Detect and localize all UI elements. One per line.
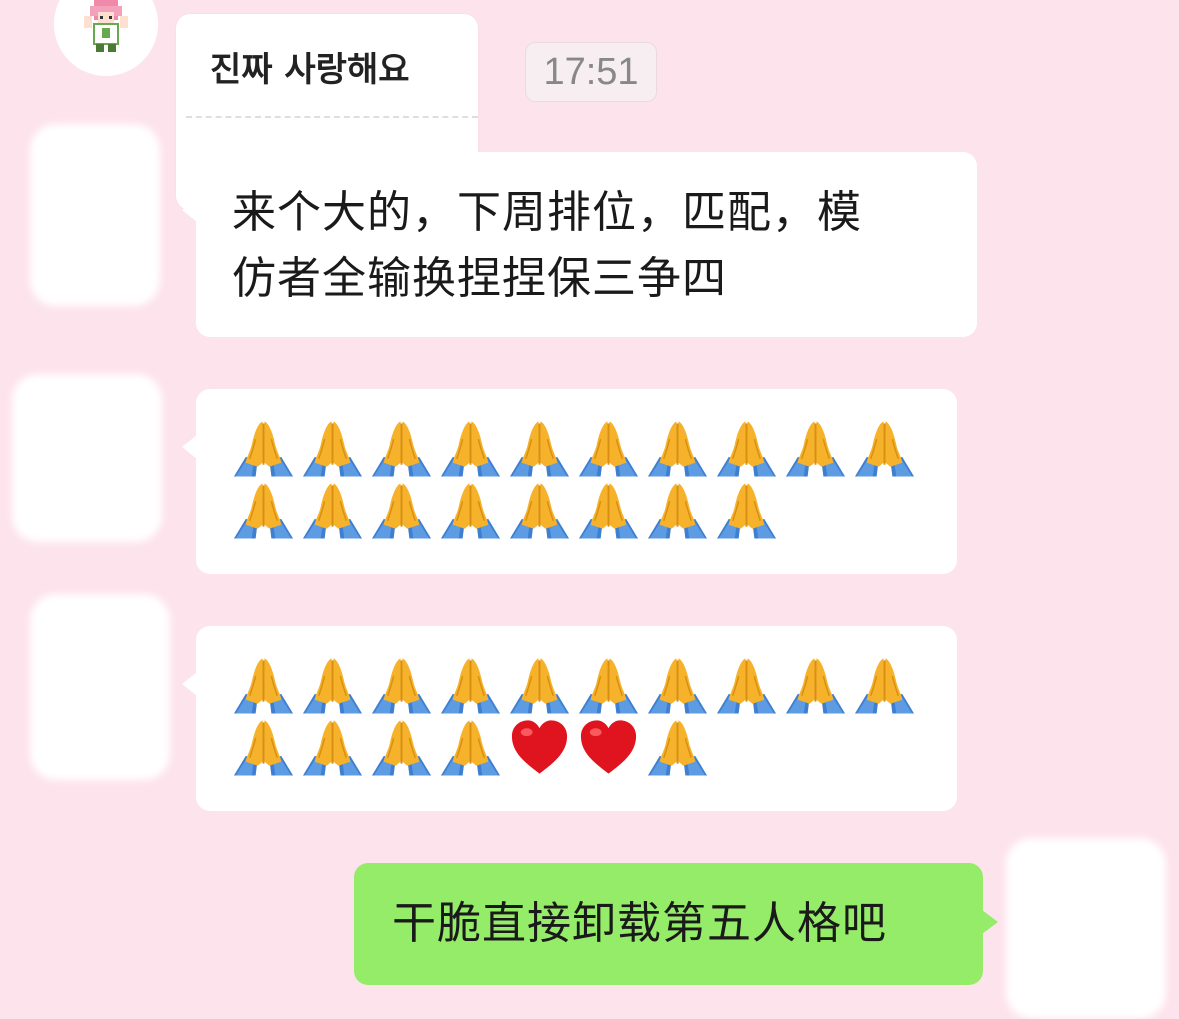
emoji-row bbox=[232, 417, 916, 479]
praying-hands-icon bbox=[439, 479, 502, 541]
praying-hands-icon bbox=[439, 654, 502, 716]
praying-hands-icon bbox=[646, 716, 709, 778]
praying-hands-icon bbox=[370, 716, 433, 778]
praying-hands-icon bbox=[784, 417, 847, 479]
praying-hands-icon bbox=[301, 654, 364, 716]
incoming-message-bubble[interactable]: 来个大的，下周排位，匹配，模 仿者全输换捏捏保三争四 bbox=[182, 152, 977, 337]
redacted-avatar bbox=[12, 374, 162, 542]
praying-hands-icon bbox=[646, 654, 709, 716]
praying-hands-icon bbox=[370, 654, 433, 716]
praying-hands-icon bbox=[577, 654, 640, 716]
redacted-avatar bbox=[30, 594, 170, 780]
praying-hands-icon bbox=[853, 654, 916, 716]
praying-hands-icon bbox=[853, 417, 916, 479]
praying-hands-icon bbox=[232, 479, 295, 541]
contact-avatar[interactable] bbox=[54, 0, 158, 76]
praying-hands-icon bbox=[301, 716, 364, 778]
message-text: 干脆直接卸载第五人格吧 bbox=[392, 898, 887, 949]
emoji-row bbox=[232, 479, 916, 541]
message-text-line: 来个大的，下周排位，匹配，模 bbox=[232, 187, 862, 238]
praying-hands-icon bbox=[784, 654, 847, 716]
praying-hands-icon bbox=[232, 417, 295, 479]
contact-card-title: 진짜 사랑해요 bbox=[210, 50, 410, 90]
praying-hands-icon bbox=[646, 479, 709, 541]
praying-hands-icon bbox=[646, 417, 709, 479]
message-text-line: 仿者全输换捏捏保三争四 bbox=[232, 253, 727, 304]
praying-hands-icon bbox=[301, 417, 364, 479]
outgoing-message-bubble[interactable]: 干脆直接卸载第五人格吧 bbox=[354, 863, 998, 985]
emoji-row bbox=[232, 654, 916, 716]
praying-hands-icon bbox=[715, 654, 778, 716]
praying-hands-icon bbox=[370, 417, 433, 479]
redacted-avatar bbox=[30, 124, 160, 306]
redacted-avatar bbox=[1006, 838, 1166, 1019]
praying-hands-icon bbox=[508, 479, 571, 541]
incoming-message-bubble[interactable] bbox=[182, 389, 957, 574]
praying-hands-icon bbox=[508, 417, 571, 479]
praying-hands-icon bbox=[577, 417, 640, 479]
message-timestamp: 17:51 bbox=[525, 42, 657, 102]
red-heart-icon bbox=[577, 716, 640, 778]
praying-hands-icon bbox=[715, 479, 778, 541]
red-heart-icon bbox=[508, 716, 571, 778]
praying-hands-icon bbox=[439, 417, 502, 479]
praying-hands-icon bbox=[370, 479, 433, 541]
praying-hands-icon bbox=[508, 654, 571, 716]
card-divider bbox=[186, 116, 478, 118]
praying-hands-icon bbox=[439, 716, 502, 778]
praying-hands-icon bbox=[577, 479, 640, 541]
praying-hands-icon bbox=[232, 654, 295, 716]
incoming-message-bubble[interactable] bbox=[182, 626, 957, 811]
praying-hands-icon bbox=[715, 417, 778, 479]
emoji-row bbox=[232, 716, 916, 778]
praying-hands-icon bbox=[232, 716, 295, 778]
praying-hands-icon bbox=[301, 479, 364, 541]
